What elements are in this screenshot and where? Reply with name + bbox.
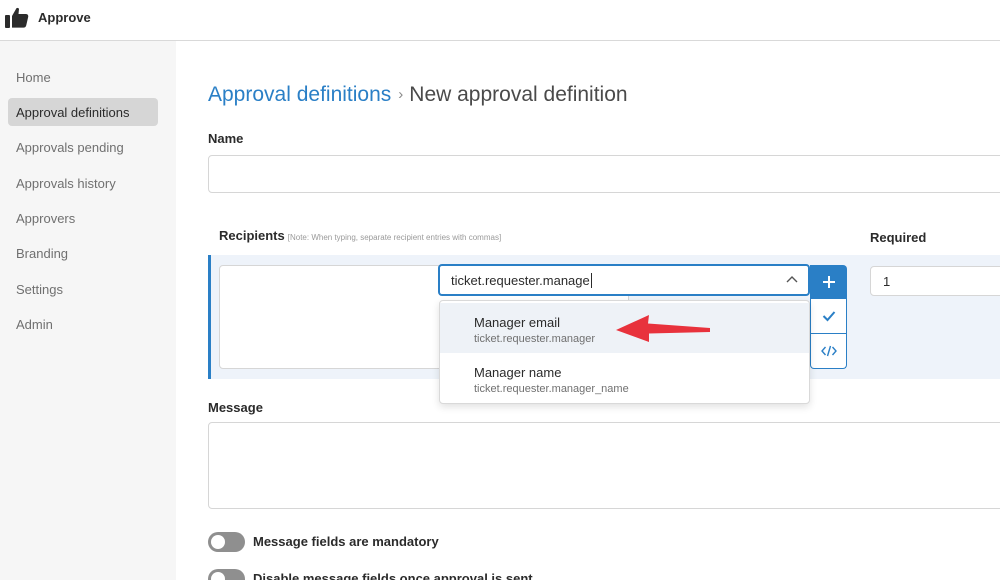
recipients-label-text: Recipients: [219, 228, 285, 243]
recipient-search-text: ticket.requester.manage: [451, 273, 590, 288]
required-count-value: 1: [883, 274, 891, 289]
toggle-message-fields-mandatory[interactable]: [208, 532, 245, 552]
sidebar: Home Approval definitions Approvals pend…: [0, 41, 176, 580]
message-label: Message: [208, 400, 263, 415]
checkmark-icon: [822, 311, 835, 322]
sidebar-item-home[interactable]: Home: [8, 63, 158, 91]
app-title: Approve: [38, 10, 91, 25]
name-input[interactable]: [208, 155, 1000, 193]
app-header: Approve: [0, 0, 1000, 41]
recipients-note: [Note: When typing, separate recipient e…: [287, 233, 502, 242]
main-content: Approval definitions › New approval defini…: [176, 41, 1000, 580]
name-label: Name: [208, 131, 244, 146]
sidebar-item-approvers[interactable]: Approvers: [8, 204, 158, 232]
confirm-recipient-button[interactable]: [810, 299, 847, 334]
code-icon: [820, 345, 837, 357]
breadcrumb-link-approval-definitions[interactable]: Approval definitions: [208, 83, 391, 106]
sidebar-item-settings[interactable]: Settings: [8, 275, 158, 303]
sidebar-item-branding[interactable]: Branding: [8, 239, 158, 267]
toggle-label-disable-message-fields: Disable message fields once approval is …: [253, 571, 533, 580]
add-recipient-button[interactable]: [810, 265, 847, 299]
breadcrumb-separator: ›: [398, 86, 404, 103]
recipient-search-value: ticket.requester.manage: [451, 273, 592, 288]
thumbs-up-icon: [5, 7, 29, 28]
sidebar-item-admin[interactable]: Admin: [8, 310, 158, 338]
recipient-search-input[interactable]: ticket.requester.manage: [438, 264, 810, 296]
option-subtitle: ticket.requester.manager: [474, 333, 596, 345]
recipients-label: Recipients [Note: When typing, separate r…: [219, 228, 501, 243]
toggle-disable-message-fields[interactable]: [208, 569, 245, 580]
option-title: Manager email: [474, 315, 560, 330]
breadcrumb: Approval definitions › New approval defini…: [208, 83, 628, 107]
sidebar-item-approvals-pending[interactable]: Approvals pending: [8, 133, 158, 161]
required-count-input[interactable]: 1: [870, 266, 1000, 296]
toggle-knob: [211, 572, 225, 580]
toggle-label-message-fields-mandatory: Message fields are mandatory: [253, 534, 439, 549]
dropdown-option-manager-name[interactable]: Manager name ticket.requester.manager_na…: [440, 353, 809, 403]
sidebar-item-approval-definitions[interactable]: Approval definitions: [8, 98, 158, 126]
insert-placeholder-button[interactable]: [810, 334, 847, 369]
annotation-arrow-icon: [616, 315, 710, 342]
plus-icon: [822, 276, 835, 288]
message-textarea[interactable]: [208, 422, 1000, 509]
option-title: Manager name: [474, 365, 562, 380]
toggle-knob: [211, 535, 225, 549]
option-subtitle: ticket.requester.manager_name: [474, 383, 629, 395]
page-title: New approval definition: [409, 83, 628, 106]
text-cursor: [590, 273, 592, 288]
required-label: Required: [870, 230, 927, 245]
chevron-up-icon[interactable]: [786, 275, 798, 283]
sidebar-item-approvals-history[interactable]: Approvals history: [8, 169, 158, 197]
